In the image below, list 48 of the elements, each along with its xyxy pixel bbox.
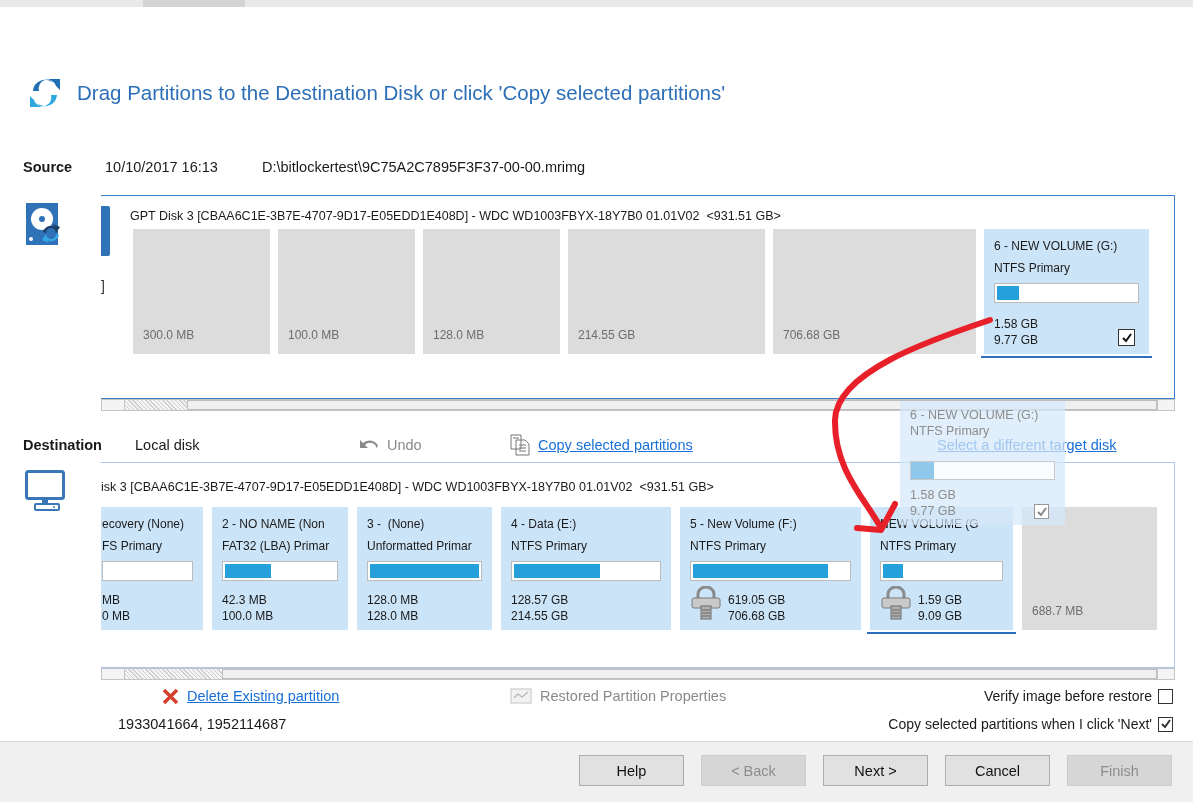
image-date: 10/10/2017 16:13 — [105, 159, 219, 175]
used-size: 1.59 GB — [918, 592, 963, 608]
partition-size: 128.0 MB — [433, 327, 485, 344]
partition-size: 688.7 MB — [1032, 603, 1084, 620]
option-label: Copy selected partitions when I click 'Next' — [888, 716, 1152, 732]
total-size: 9.09 GB — [918, 608, 963, 624]
partition-filesystem: NTFS Primary — [994, 260, 1070, 277]
total-size: 100.0 MB — [222, 608, 274, 624]
partition-filesystem: NTFS Primary — [690, 538, 766, 555]
used-size: 1.58 GB — [994, 316, 1039, 332]
option-label: Verify image before restore — [983, 688, 1152, 704]
partition-name: 3 - (None) — [367, 516, 425, 533]
used-size: 1.58 GB — [910, 487, 956, 503]
used-size: MB — [102, 592, 121, 608]
destination-label: Destination — [23, 437, 103, 453]
cut-label: ] — [101, 278, 106, 294]
used-size: 128.0 MB — [367, 592, 419, 608]
total-size: 214.55 GB — [511, 608, 569, 624]
partition-name: 5 - New Volume (F:) — [690, 516, 797, 533]
partition-size: 706.68 GB — [783, 327, 841, 344]
partition-filesystem: Unformatted Primar — [367, 538, 472, 555]
used-size: 128.57 GB — [511, 592, 569, 608]
partition-filesystem: FAT32 (LBA) Primar — [222, 538, 330, 555]
total-size: 0 MB — [102, 608, 130, 624]
partition-size: 300.0 MB — [143, 327, 195, 344]
partition-name: 6 - NEW VOLUME (G:) — [994, 238, 1118, 255]
sector-range: 1933041664, 1952114687 — [118, 716, 288, 732]
partition-filesystem: NTFS Primary — [910, 423, 990, 439]
partition-filesystem: FS Primary — [102, 538, 162, 555]
used-size: 619.05 GB — [728, 592, 786, 608]
total-size: 128.0 MB — [367, 608, 419, 624]
page-title: Drag Partitions to the Destination Disk or click 'Copy selected partitions' — [77, 81, 726, 105]
partition-filesystem: NTFS Primary — [511, 538, 587, 555]
target-disk-type: Local disk — [135, 437, 201, 453]
partition-size: 214.55 GB — [578, 327, 636, 344]
total-size: 706.68 GB — [728, 608, 786, 624]
partition-name: 4 - Data (E:) — [511, 516, 577, 533]
partition-filesystem: NTFS Primary — [880, 538, 956, 555]
partition-name: 6 - NEW VOLUME (G:) — [910, 407, 1039, 423]
disk-title: GPT Disk 3 [CBAA6C1E-3B7E-4707-9D17-E05EDD1E408D] - WDC WD1003FBYX-18Y7B0 01.01V02 <931.51 GB> — [130, 208, 781, 225]
disk-title: isk 3 [CBAA6C1E-3B7E-4707-9D17-E05EDD1E408D] - WDC WD1003FBYX-18Y7B0 01.01V02 <931.51 GB> — [101, 479, 714, 496]
partition-name: 2 - NO NAME (Non — [222, 516, 325, 533]
used-size: 42.3 MB — [222, 592, 268, 608]
partition-name: ecovery (None) — [102, 516, 185, 533]
image-path: D:\bitlockertest\9C75A2C7895F3F37-00-00.mrimg — [262, 159, 587, 175]
source-label: Source — [23, 159, 74, 175]
partition-size: 100.0 MB — [288, 327, 340, 344]
total-size: 9.77 GB — [994, 332, 1039, 348]
